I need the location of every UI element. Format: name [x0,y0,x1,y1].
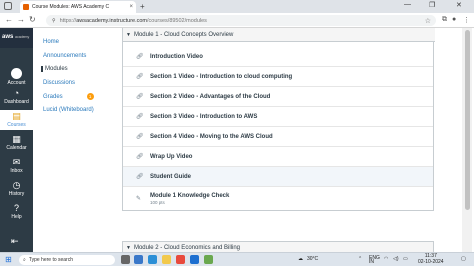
global-nav-history[interactable]: ◷ History [0,180,33,197]
menu-icon[interactable]: ⋮ [463,16,470,24]
url-path: /courses/89502/modules [147,17,207,24]
modules-content: ▼ Module 1 - Cloud Concepts Overview 🔗︎ … [119,28,474,252]
module-item[interactable]: 🔗︎ Wrap Up Video [123,147,433,167]
canvas-favicon-icon [23,4,29,10]
book-icon: ▤ [12,111,21,121]
search-icon: ⌕ [23,257,26,263]
dashboard-icon: ◔ [13,88,20,98]
wifi-icon[interactable]: ◠ [384,256,388,262]
volume-icon[interactable]: ◁) [393,256,399,262]
link-icon: 🔗︎ [136,114,144,120]
account-avatar-icon [11,68,22,79]
course-navigation: Home Announcements Modules Discussions G… [33,28,119,252]
global-navigation: aws academy Account ◔ Dashboard ▤ Course… [0,28,33,252]
browser-tab[interactable]: Course Modules: AWS Academy C × [20,1,136,13]
course-nav-home[interactable]: Home [43,39,59,45]
grades-count-badge: 1 [86,93,94,100]
collapse-nav-icon[interactable]: ⇤ [11,236,19,247]
link-icon: 🔗︎ [136,154,144,160]
global-nav-inbox[interactable]: ✉ Inbox [0,157,33,174]
global-nav-account[interactable]: Account [0,68,33,86]
help-icon: ? [13,203,19,213]
taskbar-app-icon[interactable] [204,255,213,264]
link-icon: 🔗︎ [136,94,144,100]
edge-icon[interactable] [148,255,157,264]
inbox-icon: ✉ [12,157,21,167]
clock-icon: ◷ [12,180,21,190]
reload-icon[interactable]: ↻ [29,15,36,24]
profile-icon[interactable]: ● [452,16,456,23]
module-1-header[interactable]: ▼ Module 1 - Cloud Concepts Overview [123,28,435,42]
module-item[interactable]: 🔗︎ Section 1 Video - Introduction to clo… [123,67,433,87]
global-nav-help[interactable]: ? Help [0,203,33,220]
tab-title: Course Modules: AWS Academy C [32,4,110,10]
file-explorer-icon[interactable] [162,255,171,264]
link-icon: 🔗︎ [136,134,144,140]
link-icon: 🔗︎ [136,54,144,60]
quiz-icon: ✎ [136,196,142,202]
taskbar: ⊞ ⌕ Type here to search ☁ 30°C ⌃ ENG IN ◠… [0,252,474,266]
module-item[interactable]: 🔗︎ Section 3 Video - Introduction to AWS [123,107,433,127]
course-nav-grades[interactable]: Grades 1 [43,93,94,100]
bookmark-star-icon[interactable]: ☆ [425,17,431,25]
url-host: awsacademy.instructure.com [76,17,147,24]
global-nav-courses[interactable]: ▤ Courses [0,110,33,130]
module-1: ▼ Module 1 - Cloud Concepts Overview 🔗︎ … [122,28,435,211]
module-item[interactable]: 🔗︎ Section 2 Video - Advantages of the C… [123,87,433,107]
course-nav-announcements[interactable]: Announcements [43,53,86,59]
weather-temp[interactable]: 30°C [307,256,318,262]
course-nav-lucid[interactable]: Lucid (Whiteboard) [43,107,94,113]
course-nav-modules[interactable]: Modules [41,66,68,72]
close-window-icon[interactable]: ✕ [456,1,462,9]
tab-actions-icon[interactable] [4,2,12,10]
site-info-icon[interactable]: ⚲ [52,18,56,24]
collapse-triangle-icon[interactable]: ▼ [126,32,131,38]
browser-tab-bar: Course Modules: AWS Academy C × + — ❐ ✕ [0,0,474,13]
aws-academy-logo[interactable]: aws academy [0,28,33,48]
link-icon: 🔗︎ [136,74,144,80]
global-nav-calendar[interactable]: ▦ Calendar [0,134,33,151]
calendar-icon: ▦ [12,134,21,144]
windows-start-icon[interactable]: ⊞ [5,255,12,264]
new-tab-button[interactable]: + [140,2,145,11]
minimize-icon[interactable]: — [404,1,411,8]
module-2-header[interactable]: ▼ Module 2 - Cloud Economics and Billing [122,241,434,252]
module-item[interactable]: 🔗︎ Section 4 Video - Moving to the AWS C… [123,127,433,147]
word-icon[interactable] [190,255,199,264]
back-icon[interactable]: ← [5,15,13,24]
module-item[interactable]: 🔗︎ Introduction Video [123,47,433,67]
collapse-triangle-icon[interactable]: ▼ [126,245,131,251]
scrollbar[interactable] [462,28,472,252]
points-label: 100 pts [150,199,165,205]
clock[interactable]: 11:37 02-10-2024 [418,253,444,265]
address-bar[interactable]: ⚲ https://awsacademy.instructure.com/cou… [46,15,436,26]
extensions-icon[interactable]: ⧉ [442,16,447,24]
notifications-icon[interactable]: ▢ [461,256,466,262]
task-view-icon[interactable] [121,255,130,264]
link-icon: 🔗︎ [136,174,144,180]
chrome-icon[interactable] [176,255,185,264]
global-nav-dashboard[interactable]: ◔ Dashboard [0,88,33,105]
tab-close-icon[interactable]: × [129,4,133,10]
taskbar-app-icon[interactable] [134,255,143,264]
battery-icon[interactable]: ▭ [403,256,408,262]
scrollbar-thumb[interactable] [465,30,470,210]
module-item[interactable]: 🔗︎ Student Guide [123,167,433,187]
module-item[interactable]: ✎ Module 1 Knowledge Check 100 pts [123,187,433,210]
tray-chevron-icon[interactable]: ⌃ [358,256,362,262]
forward-icon[interactable]: → [17,15,25,24]
url-prefix: https:// [59,17,77,24]
course-nav-discussions[interactable]: Discussions [43,80,75,86]
browser-toolbar: ← → ↻ ⚲ https://awsacademy.instructure.c… [0,13,474,28]
weather-icon[interactable]: ☁ [298,256,303,262]
taskbar-search[interactable]: ⌕ Type here to search [19,255,115,265]
maximize-icon[interactable]: ❐ [429,1,435,9]
language-indicator[interactable]: ENG IN [369,256,380,265]
